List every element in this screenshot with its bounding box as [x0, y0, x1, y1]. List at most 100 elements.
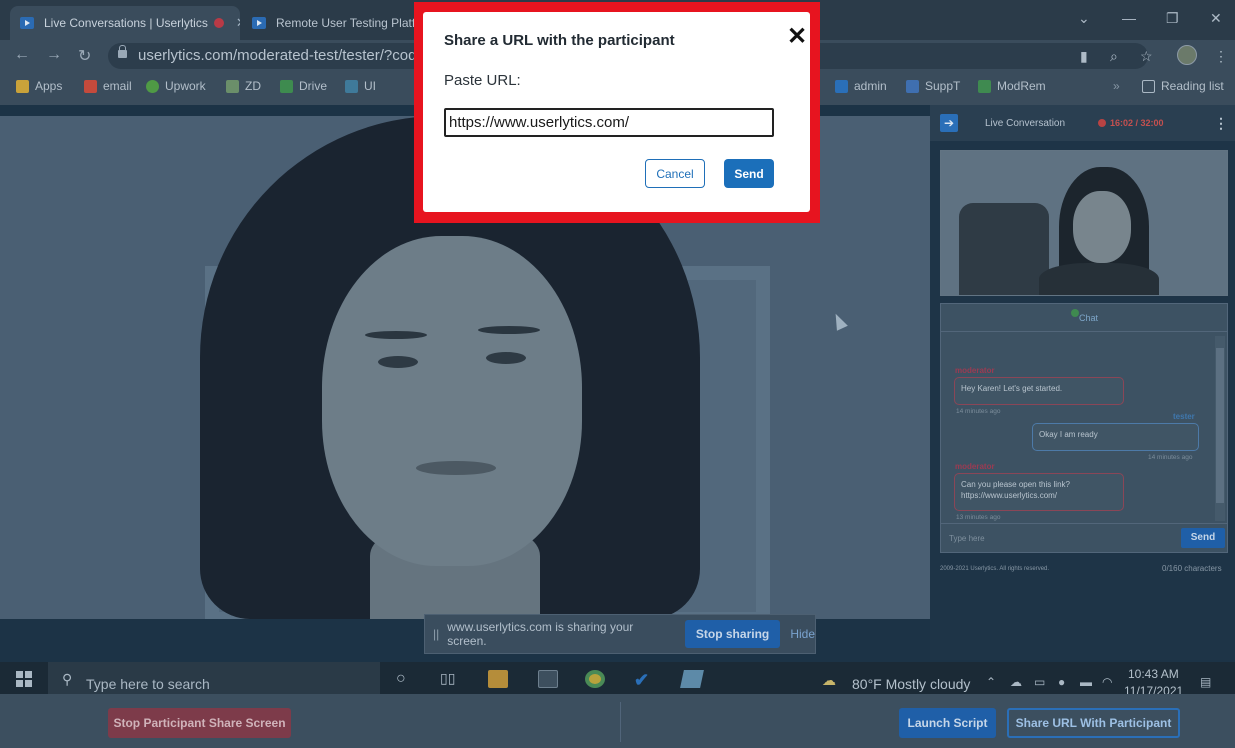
copyright: 2009-2021 Userlytics. All rights reserve…: [940, 566, 1050, 572]
bookmark-admin[interactable]: admin: [835, 79, 887, 93]
device-icon[interactable]: ▭: [1034, 675, 1045, 689]
bookmark-star-icon[interactable]: ☆: [1140, 48, 1153, 65]
panel-menu-icon[interactable]: ⋮: [1214, 115, 1228, 132]
cancel-button[interactable]: Cancel: [645, 159, 705, 188]
microphone-icon[interactable]: ●: [1058, 675, 1065, 689]
share-url-with-participant-button[interactable]: Share URL With Participant: [1007, 708, 1180, 738]
message-time: 13 minutes ago: [956, 514, 1001, 521]
tab-search-icon[interactable]: ⌄: [1078, 10, 1090, 27]
session-timer: 16:02 / 32:00: [1098, 118, 1164, 128]
recording-icon: [213, 18, 224, 28]
message-bubble: Can you please open this link? https://w…: [954, 473, 1124, 511]
chrome-icon[interactable]: [585, 670, 605, 688]
self-video: [940, 150, 1228, 296]
profile-avatar[interactable]: [1177, 45, 1197, 65]
docs-icon: [906, 79, 919, 93]
clock-time[interactable]: 10:43 AM: [1128, 667, 1179, 681]
reading-list-icon: [1142, 79, 1155, 93]
bookmark-ui[interactable]: UI: [345, 79, 376, 93]
scrollbar-thumb[interactable]: [1216, 348, 1224, 503]
search-icon: ⚲: [62, 671, 73, 687]
dialog-title: Share a URL with the participant: [444, 32, 675, 49]
checkmark-app-icon[interactable]: ✔: [634, 670, 654, 690]
chat-scrollbar[interactable]: [1215, 336, 1225, 521]
bookmark-upwork[interactable]: Upwork: [146, 79, 206, 93]
character-count: 0/160 characters: [1162, 564, 1222, 573]
bookmark-reading-list[interactable]: Reading list: [1142, 79, 1224, 93]
weather-icon: ☁: [822, 672, 836, 688]
userlytics-favicon-icon: [20, 17, 34, 29]
task-view-icon[interactable]: ▯▯: [440, 670, 460, 688]
panel-title: Live Conversation: [985, 118, 1066, 129]
divider: [620, 702, 621, 742]
onedrive-icon[interactable]: ☁: [1010, 675, 1022, 689]
zendesk-icon: [226, 79, 239, 93]
browser-menu-icon[interactable]: ⋮: [1214, 48, 1228, 65]
tab-label: Remote User Testing Platfo: [276, 16, 417, 30]
close-icon[interactable]: ✕: [236, 15, 240, 31]
url-field-label: Paste URL:: [444, 72, 521, 89]
windows-start-icon[interactable]: [16, 671, 32, 687]
url-input[interactable]: [444, 108, 774, 137]
forward-icon[interactable]: →: [46, 46, 62, 64]
store-icon[interactable]: [538, 670, 558, 688]
message-sender: moderator: [955, 366, 995, 375]
screen-share-notification: || www.userlytics.com is sharing your sc…: [424, 614, 816, 654]
message-sender: tester: [1173, 412, 1195, 421]
minimize-icon[interactable]: —: [1122, 10, 1136, 26]
share-message: www.userlytics.com is sharing your scree…: [447, 620, 634, 648]
drag-handle-icon[interactable]: ||: [433, 627, 439, 641]
wifi-icon[interactable]: ◠: [1102, 675, 1112, 689]
chat-input[interactable]: Type here: [949, 534, 985, 543]
bookmark-label: ZD: [245, 79, 261, 93]
bookmark-label: Apps: [35, 79, 63, 93]
stop-participant-share-screen-button[interactable]: Stop Participant Share Screen: [108, 708, 291, 738]
bookmark-apps[interactable]: Apps: [16, 79, 62, 93]
cortana-icon[interactable]: ○: [396, 670, 416, 688]
bookmark-suppt[interactable]: SuppT: [906, 79, 960, 93]
tab-live-conversations[interactable]: Live Conversations | Userlytics ✕: [10, 6, 240, 40]
show-hidden-icons-icon[interactable]: ⌃: [986, 675, 996, 689]
bookmark-drive[interactable]: Drive: [280, 79, 327, 93]
launch-script-button[interactable]: Launch Script: [899, 708, 996, 738]
reload-icon[interactable]: ↻: [78, 46, 91, 66]
window-close-icon[interactable]: ✕: [1210, 10, 1222, 27]
chat-input-area: Type here Send: [940, 523, 1228, 553]
moderator-action-bar: Stop Participant Share Screen Launch Scr…: [0, 694, 1235, 748]
message-bubble: Okay I am ready: [1032, 423, 1199, 451]
chat-send-button[interactable]: Send: [1181, 528, 1225, 548]
back-icon[interactable]: ←: [14, 46, 30, 64]
chat-label: Chat: [1079, 313, 1099, 323]
bookmark-zd[interactable]: ZD: [226, 79, 261, 93]
notifications-icon[interactable]: ▤: [1200, 675, 1211, 689]
send-button[interactable]: Send: [724, 159, 774, 188]
camera-icon[interactable]: ▮: [1080, 48, 1088, 65]
tab-remote-user-testing[interactable]: Remote User Testing Platfo: [242, 6, 417, 40]
lock-icon[interactable]: [118, 45, 127, 58]
drive-icon: [280, 79, 293, 93]
side-panel: ➔ Live Conversation 16:02 / 32:00 ⋮ Chat…: [930, 105, 1235, 660]
chat-header[interactable]: Chat: [941, 304, 1227, 332]
taskbar-search[interactable]: ⚲ Type here to search: [48, 662, 380, 694]
restore-icon[interactable]: ❐: [1166, 10, 1179, 27]
zoom-icon[interactable]: ⌕: [1110, 48, 1118, 65]
close-icon[interactable]: ✕: [787, 25, 807, 49]
chat-panel: Chat moderator Hey Karen! Let's get star…: [940, 303, 1228, 525]
chat-messages: moderator Hey Karen! Let's get started. …: [941, 334, 1213, 524]
bookmark-label: email: [103, 79, 132, 93]
taskbar-search-placeholder[interactable]: Type here to search: [86, 676, 210, 692]
clock-date[interactable]: 11/17/2021: [1124, 684, 1183, 694]
battery-icon[interactable]: ▬: [1080, 675, 1092, 689]
bookmark-email[interactable]: email: [84, 79, 132, 93]
file-explorer-icon[interactable]: [488, 670, 508, 688]
stop-sharing-button[interactable]: Stop sharing: [684, 620, 781, 648]
plus-icon: [978, 79, 991, 93]
more-bookmarks-icon[interactable]: »: [1113, 79, 1120, 93]
bookmark-modrem[interactable]: ModRem: [978, 79, 1046, 93]
app-icon[interactable]: [680, 670, 704, 688]
weather-text[interactable]: 80°F Mostly cloudy: [852, 676, 970, 692]
userlytics-favicon-icon: [252, 17, 266, 29]
hide-button[interactable]: Hide: [790, 627, 815, 641]
url-text[interactable]: userlytics.com/moderated-test/tester/?co…: [138, 47, 442, 64]
tab-label: Live Conversations | Userlytics: [44, 16, 208, 30]
